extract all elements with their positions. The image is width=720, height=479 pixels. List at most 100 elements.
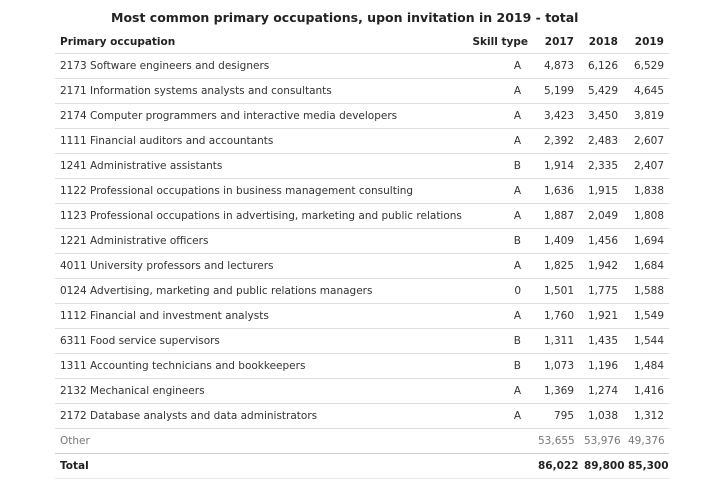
table-body: 2173 Software engineers and designers A 4,… [55,53,669,429]
cell-occupation: 2132 Mechanical engineers [55,378,467,404]
table-row: 1311 Accounting technicians and bookkeep… [55,353,669,379]
cell-2018: 1,435 [579,328,623,354]
cell-occupation: 1122 Professional occupations in busines… [55,178,467,204]
cell-2017: 1,369 [533,378,579,404]
cell-occupation: 2172 Database analysts and data administ… [55,403,467,429]
cell-2019: 6,529 [623,53,669,79]
cell-skill-type: 0 [467,278,533,304]
cell-skill-type: B [467,153,533,179]
table-row: 2172 Database analysts and data administ… [55,403,669,429]
table-row: 4011 University professors and lecturers… [55,253,669,279]
cell-occupation: 1311 Accounting technicians and bookkeep… [55,353,467,379]
row-label-total: Total [55,453,467,479]
cell-2018: 1,921 [579,303,623,329]
cell-2017: 1,311 [533,328,579,354]
cell-occupation: 2173 Software engineers and designers [55,53,467,79]
column-header-skill-type: Skill type [472,36,529,48]
cell-2018: 1,942 [579,253,623,279]
cell-2018: 1,038 [579,403,623,429]
cell-2018: 2,483 [579,128,623,154]
table-row: 2173 Software engineers and designers A 4,… [55,53,669,79]
cell-2018: 1,775 [579,278,623,304]
cell-2018: 1,915 [579,178,623,204]
cell-2017: 1,073 [533,353,579,379]
cell-occupation: 1221 Administrative officers [55,228,467,254]
cell-occupation: 1123 Professional occupations in adverti… [55,203,467,229]
cell-2019: 3,819 [623,103,669,129]
cell-2018: 1,196 [579,353,623,379]
cell-total-2017: 86,022 [533,453,579,479]
cell-skill-type: A [467,303,533,329]
cell-skill-type: A [467,128,533,154]
cell-skill-type: A [467,78,533,104]
cell-2017: 3,423 [533,103,579,129]
column-header-2019: 2019 [634,36,664,48]
cell-2017: 1,636 [533,178,579,204]
cell-2018: 5,429 [579,78,623,104]
cell-2017: 1,887 [533,203,579,229]
table-row: 2132 Mechanical engineers A 1,369 1,274 1,41… [55,378,669,404]
table-row: 2171 Information systems analysts and co… [55,78,669,104]
cell-2019: 1,588 [623,278,669,304]
cell-2019: 4,645 [623,78,669,104]
cell-total-2018: 89,800 [579,453,625,479]
cell-occupation: 2171 Information systems analysts and co… [55,78,467,104]
cell-2017: 1,760 [533,303,579,329]
cell-2018: 2,049 [579,203,623,229]
cell-2018: 1,456 [579,228,623,254]
cell-2018: 6,126 [579,53,623,79]
cell-2019: 1,416 [623,378,669,404]
table-row: 1221 Administrative officers B 1,409 1,456 1… [55,228,669,254]
cell-2017: 1,825 [533,253,579,279]
cell-2019: 1,838 [623,178,669,204]
cell-skill-type: A [467,103,533,129]
cell-other-2018: 53,976 [579,428,623,454]
column-header-2018: 2018 [588,36,618,48]
page: Most common primary occupations, upon in… [0,0,720,479]
cell-skill-type: A [467,378,533,404]
column-header-2017: 2017 [544,36,574,48]
row-label-other: Other [55,428,467,454]
table-row: 6311 Food service supervisors B 1,311 1,435… [55,328,669,354]
occupations-table: Primary occupation Skill type 2017 2018 … [55,31,669,479]
cell-skill-type: A [467,178,533,204]
table-row: 2174 Computer programmers and interactiv… [55,103,669,129]
table-row: 1112 Financial and investment analysts A 1… [55,303,669,329]
cell-occupation: 6311 Food service supervisors [55,328,467,354]
cell-occupation: 1112 Financial and investment analysts [55,303,467,329]
cell-skill-type: B [467,353,533,379]
table-row: 1123 Professional occupations in adverti… [55,203,669,229]
cell-occupation: 2174 Computer programmers and interactiv… [55,103,467,129]
cell-occupation: 4011 University professors and lecturers [55,253,467,279]
cell-occupation: 1111 Financial auditors and accountants [55,128,467,154]
table-title: Most common primary occupations, upon in… [111,10,579,25]
cell-occupation: 1241 Administrative assistants [55,153,467,179]
cell-2019: 1,549 [623,303,669,329]
cell-2019: 1,484 [623,353,669,379]
cell-total-2019: 85,300 [623,453,669,479]
row-skill-total [467,453,533,479]
table-header-row: Primary occupation Skill type 2017 2018 … [55,31,669,54]
cell-2017: 4,873 [533,53,579,79]
table-row: 1241 Administrative assistants B 1,914 2,33… [55,153,669,179]
cell-2017: 795 [533,403,579,429]
table-row: 0124 Advertising, marketing and public r… [55,278,669,304]
table-row: 1122 Professional occupations in busines… [55,178,669,204]
table-row-total: Total 86,022 89,800 85,300 [55,453,669,479]
cell-skill-type: A [467,403,533,429]
table-row: 1111 Financial auditors and accountants A… [55,128,669,154]
cell-2019: 1,312 [623,403,669,429]
cell-2018: 2,335 [579,153,623,179]
cell-skill-type: B [467,328,533,354]
cell-2019: 2,607 [623,128,669,154]
table-row-other: Other 53,655 53,976 49,376 [55,428,669,454]
cell-skill-type: A [467,203,533,229]
row-skill-other [467,428,533,454]
cell-2017: 5,199 [533,78,579,104]
cell-other-2019: 49,376 [623,428,669,454]
cell-occupation: 0124 Advertising, marketing and public r… [55,278,467,304]
cell-2017: 1,501 [533,278,579,304]
cell-2017: 2,392 [533,128,579,154]
cell-2019: 2,407 [623,153,669,179]
cell-skill-type: A [467,253,533,279]
